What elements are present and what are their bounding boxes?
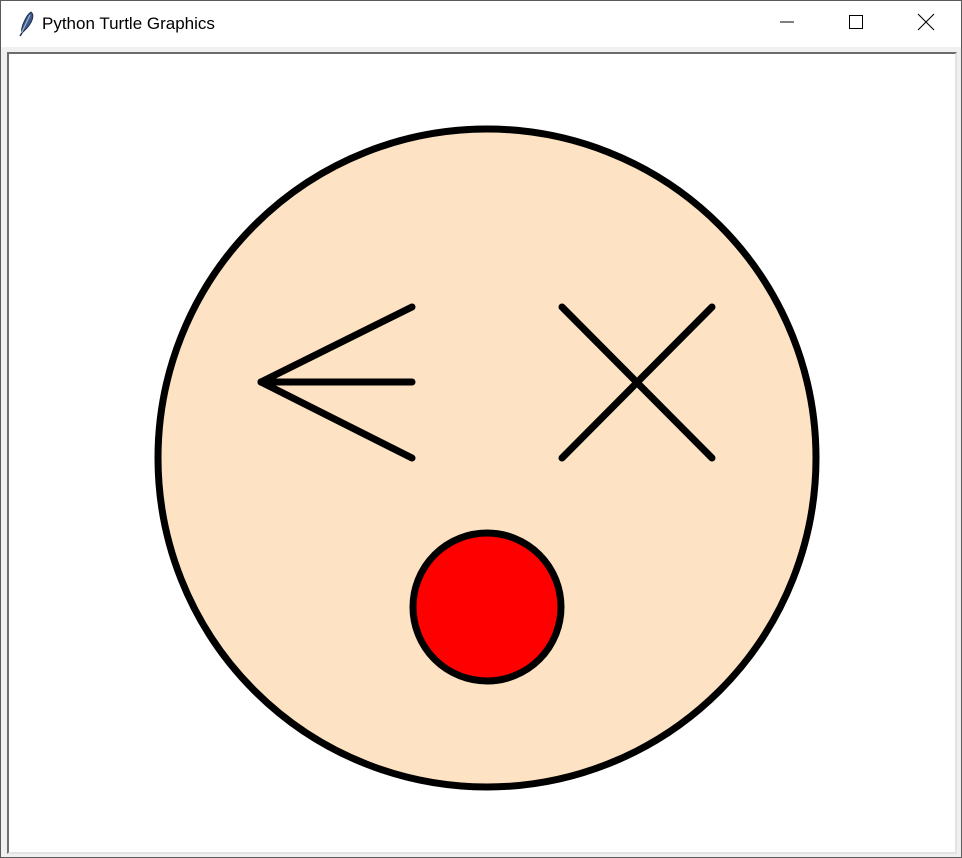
drawing-surface: [154, 125, 820, 791]
close-icon: [917, 13, 935, 36]
close-button[interactable]: [891, 1, 961, 47]
title-bar[interactable]: Python Turtle Graphics: [1, 1, 961, 47]
minimize-icon: [779, 14, 795, 35]
mouth-circle: [409, 529, 565, 685]
face-circle: [154, 125, 820, 791]
feather-icon: [15, 11, 37, 37]
turtle-window: Python Turtle Graphics: [0, 0, 962, 858]
minimize-button[interactable]: [752, 1, 822, 47]
maximize-icon: [848, 14, 864, 35]
maximize-button[interactable]: [821, 1, 891, 47]
window-title: Python Turtle Graphics: [42, 14, 215, 33]
turtle-canvas[interactable]: [7, 52, 957, 854]
